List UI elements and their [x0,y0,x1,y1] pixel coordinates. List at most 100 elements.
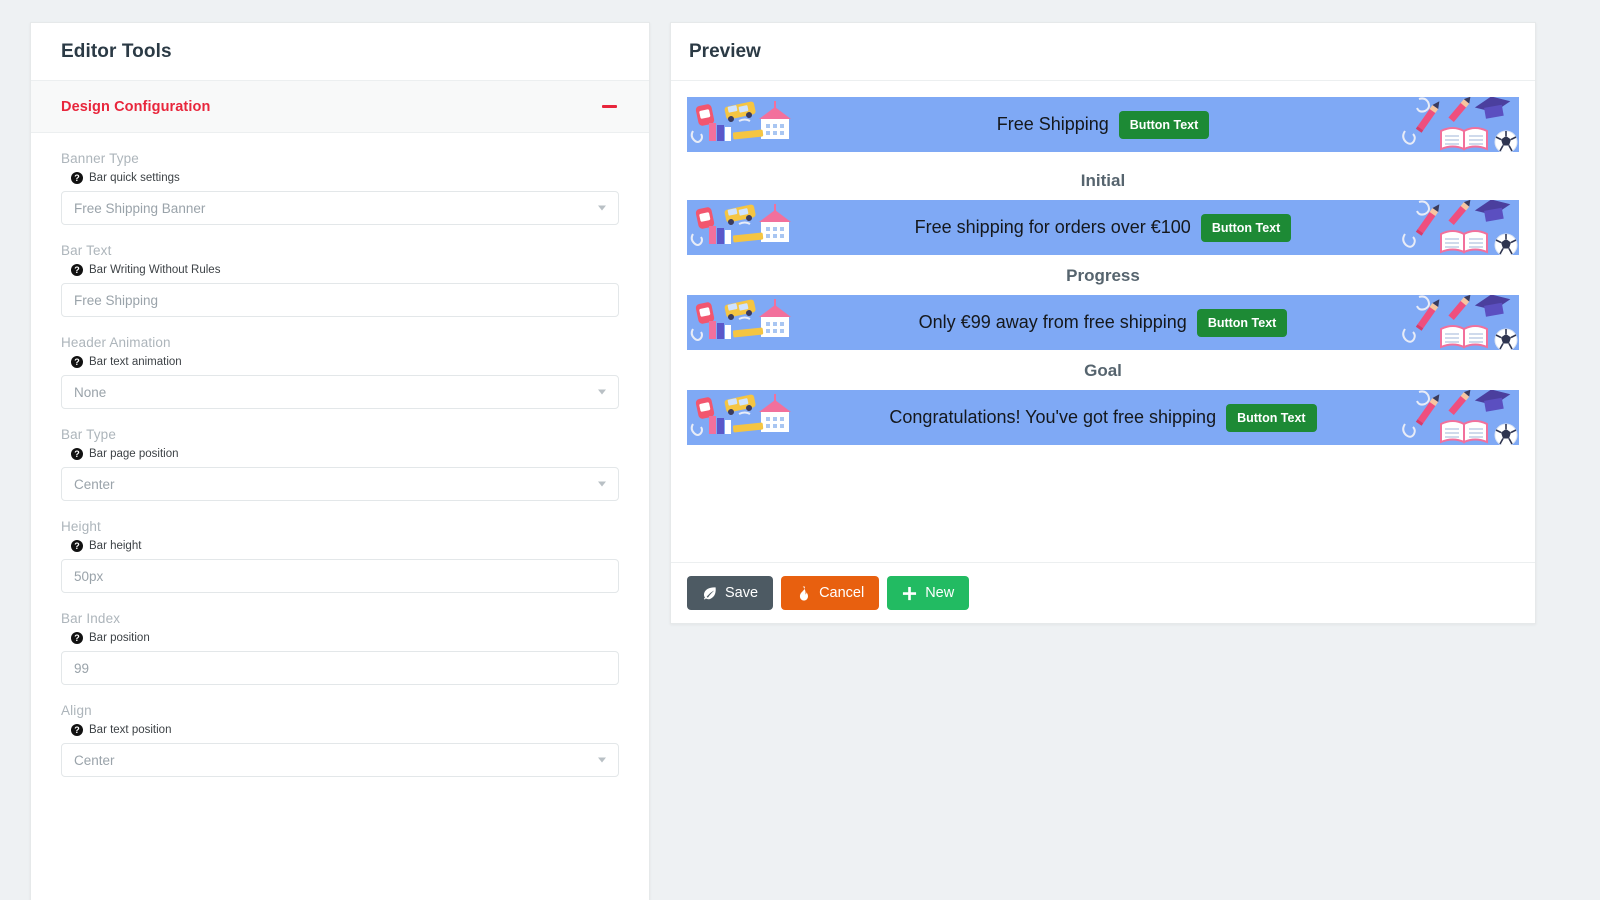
bar-height-label: Height [61,519,101,534]
school-supplies-right-decoration [1389,97,1519,152]
header-animation-select[interactable]: None [61,375,619,409]
header-animation-label: Header Animation [61,335,171,350]
bar-index-input[interactable]: 99 [61,651,619,685]
help-icon[interactable]: ? [71,724,83,736]
bar-text-label: Bar Text [61,243,112,258]
preview-action-bar: Save Cancel New [671,562,1535,623]
school-supplies-right-decoration [1389,200,1519,255]
cancel-button-label: Cancel [819,585,865,601]
plus-icon [902,586,917,601]
bar-type-label: Bar Type [61,427,116,442]
chevron-down-icon[interactable] [598,757,606,763]
banner-text: Free Shipping [996,114,1109,134]
preview-banner-list: Free Shipping Button Text Initial Free s… [671,81,1535,445]
school-supplies-left-decoration [687,295,817,350]
help-icon[interactable]: ? [71,264,83,276]
banner-type-value: Free Shipping Banner [74,200,206,216]
preview-banner: Only €99 away from free shipping Button T… [687,295,1519,350]
bar-type-value: Center [74,476,115,492]
field-bar-align: Align? Bar text position Center [61,703,619,777]
banner-cta-button[interactable]: Button Text [1226,403,1317,432]
design-configuration-fields: Banner Type? Bar quick settings Free Shipp… [31,133,649,835]
minus-icon-bar [601,105,617,108]
school-supplies-left-decoration [687,97,817,152]
bar-height-input[interactable]: 50px [61,559,619,593]
field-bar-type: Bar Type? Bar page position Center [61,427,619,501]
help-icon[interactable]: ? [71,632,83,644]
school-supplies-right-decoration [1389,390,1519,445]
banner-type-hint: ? Bar quick settings [71,172,619,184]
banner-text: Free shipping for orders over €100 [914,217,1191,237]
field-bar-text: Bar Text? Bar Writing Without Rules Free S… [61,243,619,317]
preview-panel-header: Preview [671,23,1535,81]
new-button[interactable]: New [887,576,970,610]
bar-align-hint: ? Bar text position [71,724,619,736]
bar-height-hint: ? Bar height [71,540,619,552]
editor-panel-header: Editor Tools [31,23,649,81]
bar-text-value: Free Shipping [74,292,159,308]
save-button[interactable]: Save [687,576,774,610]
banner-state-label: Initial [1080,171,1126,190]
chevron-down-icon[interactable] [598,389,606,395]
bar-index-hint-text: Bar position [89,632,150,644]
banner-spacer [687,152,1519,160]
banner-text: Only €99 away from free shipping [918,312,1187,332]
help-icon[interactable]: ? [71,172,83,184]
bar-index-hint: ? Bar position [71,632,619,644]
bar-type-hint: ? Bar page position [71,448,619,460]
banner-text: Congratulations! You've got free shippin… [889,407,1217,427]
header-animation-value: None [74,384,107,400]
bar-text-hint-text: Bar Writing Without Rules [89,264,221,276]
page-title: Editor Tools [61,40,172,62]
preview-title: Preview [689,40,761,62]
field-banner-type: Banner Type? Bar quick settings Free Shipp… [61,151,619,225]
banner-type-hint-text: Bar quick settings [89,172,180,184]
banner-type-label: Banner Type [61,151,139,166]
bar-index-value: 99 [74,660,90,676]
app-root: Editor Tools Design Configuration Banner… [0,0,1600,900]
field-bar-index: Bar Index? Bar position 99 [61,611,619,685]
section-title: Design Configuration [61,98,211,115]
leaf-icon [702,586,717,601]
banner-cta-button[interactable]: Button Text [1196,308,1288,337]
banner-state-label: Goal [1084,361,1122,380]
bar-align-label: Align [61,703,92,718]
header-animation-hint: ? Bar text animation [71,356,619,368]
bar-align-hint-text: Bar text position [89,724,172,736]
save-button-label: Save [725,585,759,601]
bar-type-hint-text: Bar page position [89,448,179,460]
preview-banner: Free shipping for orders over €100 Button… [687,200,1519,255]
field-header-animation: Header Animation? Bar text animation None [61,335,619,409]
bar-height-value: 50px [74,568,104,584]
preview-panel: Preview Free Shipping Button Text Initia… [670,22,1536,624]
bar-align-value: Center [74,752,115,768]
bar-index-label: Bar Index [61,611,121,626]
bar-align-select[interactable]: Center [61,743,619,777]
banner-state-label: Progress [1066,266,1140,285]
bar-text-input[interactable]: Free Shipping [61,283,619,317]
help-icon[interactable]: ? [71,540,83,552]
school-supplies-left-decoration [687,200,817,255]
design-configuration-header[interactable]: Design Configuration [31,81,649,133]
banner-cta-button[interactable]: Button Text [1118,110,1210,139]
chevron-down-icon[interactable] [598,481,606,487]
bar-type-select[interactable]: Center [61,467,619,501]
bar-text-hint: ? Bar Writing Without Rules [71,264,619,276]
preview-banner: Free Shipping Button Text [687,97,1519,152]
header-animation-hint-text: Bar text animation [89,356,182,368]
banner-cta-button[interactable]: Button Text [1200,213,1292,242]
flame-icon [796,585,811,601]
cancel-button[interactable]: Cancel [781,576,880,610]
new-button-label: New [925,585,955,601]
chevron-down-icon[interactable] [598,205,606,211]
field-bar-height: Height? Bar height 50px [61,519,619,593]
editor-tools-panel: Editor Tools Design Configuration Banner… [30,22,650,900]
help-icon[interactable]: ? [71,448,83,460]
help-icon[interactable]: ? [71,356,83,368]
banner-type-select[interactable]: Free Shipping Banner [61,191,619,225]
minus-icon[interactable] [599,97,619,117]
school-supplies-left-decoration [687,390,817,445]
preview-banner: Congratulations! You've got free shippin… [687,390,1519,445]
bar-height-hint-text: Bar height [89,540,142,552]
school-supplies-right-decoration [1389,295,1519,350]
